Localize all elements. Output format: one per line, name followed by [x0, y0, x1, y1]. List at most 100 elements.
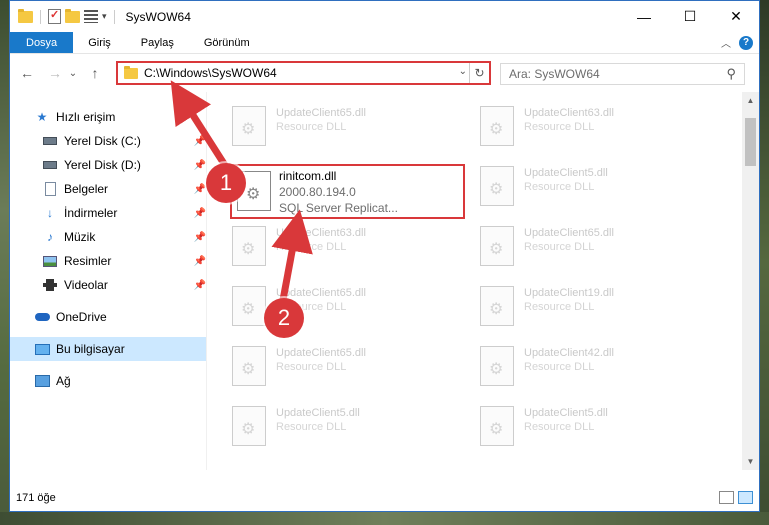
sidebar-item-quick-access[interactable]: ★ Hızlı erişim — [10, 105, 206, 129]
sidebar-item-documents[interactable]: Belgeler 📌 — [10, 177, 206, 201]
sidebar-item-network[interactable]: Ağ — [10, 369, 206, 393]
sidebar-item-label: OneDrive — [56, 310, 107, 324]
vertical-scrollbar[interactable]: ▲ ▼ — [742, 92, 759, 470]
file-name: UpdateClient63.dll — [276, 227, 366, 239]
scroll-up-arrow-icon[interactable]: ▲ — [742, 92, 759, 109]
file-type: Resource DLL — [276, 361, 347, 373]
customize-toolbar-chevron-icon[interactable]: ▾ — [102, 11, 107, 22]
properties-icon[interactable] — [48, 8, 61, 24]
pin-icon: 📌 — [193, 207, 206, 219]
tab-view[interactable]: Görünüm — [189, 32, 265, 53]
this-pc-icon — [34, 342, 50, 356]
tab-home[interactable]: Giriş — [73, 32, 126, 53]
view-toggles — [719, 491, 753, 504]
maximize-button[interactable]: ☐ — [667, 1, 713, 32]
sidebar-item-label: Ağ — [56, 374, 71, 388]
sidebar-item-onedrive[interactable]: OneDrive — [10, 305, 206, 329]
file-version: 2000.80.194.0 — [279, 185, 356, 199]
file-item-rinitcom[interactable]: rinitcom.dll 2000.80.194.0 SQL Server Re… — [230, 164, 465, 219]
file-item[interactable]: UpdateClient5.dll Resource DLL — [227, 398, 462, 454]
drive-icon — [42, 134, 58, 148]
annotation-step-1-badge: 1 — [206, 163, 246, 203]
file-type: Resource DLL — [524, 301, 595, 313]
sidebar-item-label: Videolar — [64, 278, 108, 292]
scrollbar-thumb[interactable] — [745, 118, 756, 166]
minimize-button[interactable]: — — [621, 1, 667, 32]
ribbon-collapse-icon[interactable]: ︿ — [721, 35, 731, 50]
recent-locations-chevron-icon[interactable]: ⌄ — [66, 68, 80, 79]
pin-icon: 📌 — [193, 135, 206, 147]
dll-file-icon — [480, 166, 514, 206]
search-icon[interactable]: ⚲ — [726, 66, 736, 82]
file-type: Resource DLL — [524, 361, 595, 373]
pin-icon: 📌 — [193, 279, 206, 291]
close-button[interactable]: ✕ — [713, 1, 759, 32]
pictures-icon — [42, 254, 58, 268]
refresh-button[interactable]: ↻ — [469, 63, 489, 83]
file-item[interactable]: UpdateClient19.dll Resource DLL — [475, 278, 710, 334]
music-icon: ♪ — [47, 230, 53, 244]
network-icon — [34, 374, 50, 388]
address-path[interactable]: C:\Windows\SysWOW64 — [144, 66, 277, 80]
drive-icon — [42, 158, 58, 172]
sidebar-item-label: Yerel Disk (D:) — [64, 158, 141, 172]
details-view-icon[interactable] — [719, 491, 734, 504]
view-options-icon[interactable] — [84, 10, 98, 23]
sidebar-item-videos[interactable]: Videolar 📌 — [10, 273, 206, 297]
sidebar-item-local-disk-d[interactable]: Yerel Disk (D:) 📌 — [10, 153, 206, 177]
window-title: SysWOW64 — [125, 9, 191, 24]
file-name: UpdateClient19.dll — [524, 287, 614, 299]
sidebar-item-this-pc[interactable]: Bu bilgisayar — [10, 337, 206, 361]
file-name: UpdateClient5.dll — [276, 407, 360, 419]
file-item[interactable]: UpdateClient65.dllResource DLL — [475, 218, 710, 274]
status-bar: 171 öğe — [10, 485, 759, 511]
file-item[interactable]: UpdateClient5.dll Resource DLL — [475, 398, 710, 454]
help-icon[interactable]: ? — [739, 35, 753, 50]
new-folder-icon[interactable] — [65, 8, 80, 23]
file-item[interactable]: UpdateClient65.dll Resource DLL — [227, 338, 462, 394]
file-item[interactable]: UpdateClient5.dll Resource DLL — [475, 158, 710, 214]
address-row: ← → ⌄ ↑ C:\Windows\SysWOW64 ⌄ ↻ Ara: Sys… — [10, 54, 759, 92]
forward-button[interactable]: → — [44, 65, 66, 81]
item-count: 171 öğe — [16, 492, 56, 504]
file-item[interactable]: UpdateClient65.dllResource DLL — [227, 278, 462, 334]
pin-icon: 📌 — [193, 255, 206, 267]
sidebar-item-downloads[interactable]: ↓ İndirmeler 📌 — [10, 201, 206, 225]
up-button[interactable]: ↑ — [84, 65, 106, 81]
file-type: Resource DLL — [276, 421, 347, 433]
file-name: UpdateClient63.dll — [524, 107, 614, 119]
pin-icon: 📌 — [193, 183, 206, 195]
file-name: UpdateClient65.dll — [276, 107, 366, 119]
sidebar-item-local-disk-c[interactable]: Yerel Disk (C:) 📌 — [10, 129, 206, 153]
pane-divider[interactable] — [206, 92, 207, 470]
file-name: UpdateClient65.dll — [276, 347, 366, 359]
ribbon-tabs: Dosya Giriş Paylaş Görünüm ︿ ? — [10, 32, 759, 54]
tab-share[interactable]: Paylaş — [126, 32, 189, 53]
address-bar[interactable]: C:\Windows\SysWOW64 ⌄ ↻ — [116, 61, 491, 85]
file-name: UpdateClient5.dll — [524, 167, 608, 179]
dll-file-icon — [480, 286, 514, 326]
sidebar-item-label: Resimler — [64, 254, 112, 268]
search-input[interactable]: Ara: SysWOW64 ⚲ — [500, 63, 745, 85]
large-icons-view-icon[interactable] — [738, 491, 753, 504]
folder-icon — [124, 65, 138, 79]
scroll-down-arrow-icon[interactable]: ▼ — [742, 453, 759, 470]
file-item[interactable]: UpdateClient65.dllResource DLL — [227, 98, 462, 154]
address-dropdown-chevron-icon[interactable]: ⌄ — [459, 66, 467, 77]
back-button[interactable]: ← — [16, 65, 38, 81]
desktop-background-left — [0, 0, 9, 525]
file-list: UpdateClient65.dll Resource DLL rinitcom.… — [227, 92, 742, 470]
file-item[interactable]: UpdateClient63.dll Resource DLL — [227, 218, 462, 274]
file-item[interactable]: UpdateClient63.dll Resource DLL — [475, 98, 710, 154]
file-item[interactable]: UpdateClient42.dll Resource DLL — [475, 338, 710, 394]
explorer-window: ▾ SysWOW64 — ☐ ✕ Dosya Giriş Paylaş Görü… — [9, 0, 760, 512]
sidebar-item-label: Belgeler — [64, 182, 109, 196]
quick-access-toolbar: ▾ — [10, 8, 118, 24]
file-name: UpdateClient65.dll — [276, 287, 366, 299]
folder-icon — [18, 8, 33, 23]
tab-file[interactable]: Dosya — [10, 32, 74, 53]
sidebar-item-pictures[interactable]: Resimler 📌 — [10, 249, 206, 273]
sidebar-item-music[interactable]: ♪ Müzik 📌 — [10, 225, 206, 249]
title-bar: ▾ SysWOW64 — ☐ ✕ — [10, 1, 759, 32]
sidebar-item-label: Müzik — [64, 230, 96, 244]
